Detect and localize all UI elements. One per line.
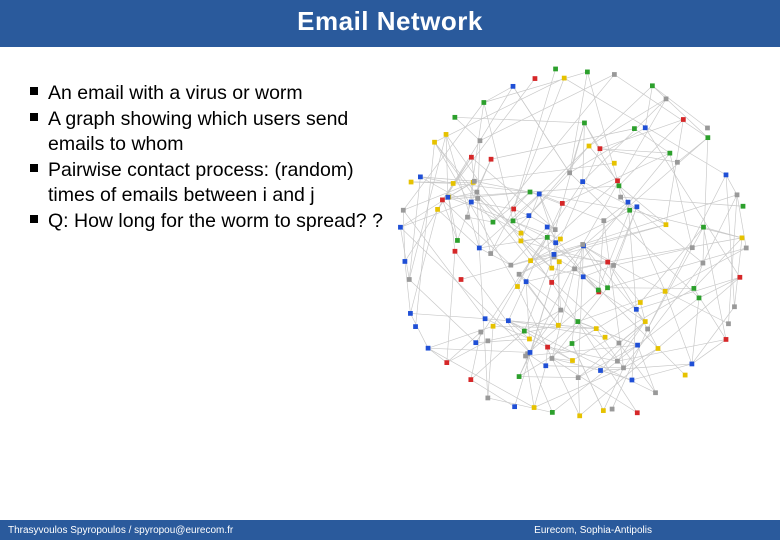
title-bar: Email Network — [0, 0, 780, 47]
bullet-list: An email with a virus or worm A graph sh… — [30, 81, 390, 235]
bullet-marker-icon — [30, 87, 38, 95]
bullet-text: A graph showing which users send emails … — [48, 108, 348, 154]
footer-bar: Thrasyvoulos Spyropoulos / spyropou@eure… — [0, 520, 780, 540]
bullet-item: A graph showing which users send emails … — [30, 107, 390, 156]
footer-affiliation: Eurecom, Sophia-Antipolis — [534, 525, 772, 536]
slide-title: Email Network — [297, 6, 483, 36]
bullet-marker-icon — [30, 113, 38, 121]
footer-author: Thrasyvoulos Spyropoulos / spyropou@eure… — [8, 525, 233, 536]
bullet-text: Pairwise contact process: (random) times… — [48, 159, 354, 205]
network-graph-icon — [384, 55, 764, 435]
network-graph-container — [390, 81, 762, 235]
bullet-item: An email with a virus or worm — [30, 81, 390, 105]
bullet-item: Q: How long for the worm to spread? ? — [30, 209, 390, 233]
slide: Email Network An email with a virus or w… — [0, 0, 780, 540]
bullet-text: An email with a virus or worm — [48, 82, 303, 104]
bullet-marker-icon — [30, 164, 38, 172]
body-area: An email with a virus or worm A graph sh… — [0, 47, 780, 235]
bullet-text: Q: How long for the worm to spread? ? — [48, 210, 383, 232]
bullet-item: Pairwise contact process: (random) times… — [30, 158, 390, 207]
bullet-marker-icon — [30, 215, 38, 223]
